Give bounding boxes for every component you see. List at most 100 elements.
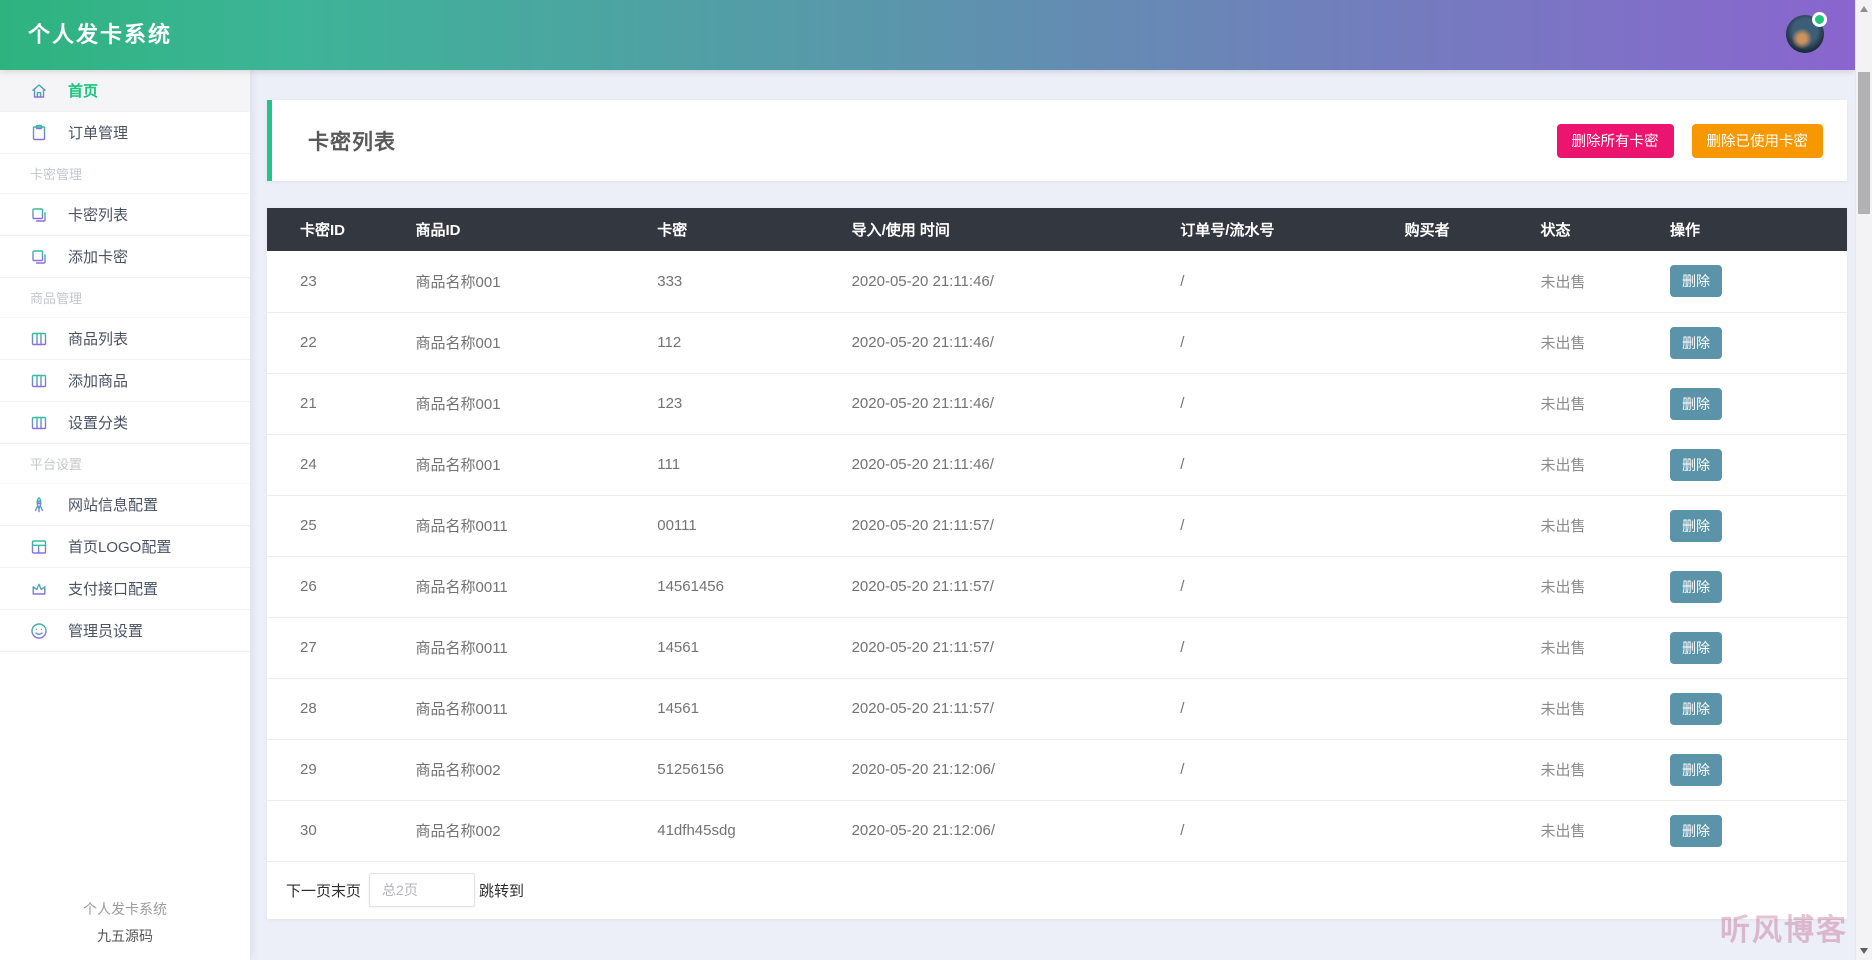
- copy-icon: [32, 249, 46, 264]
- row-delete-button[interactable]: 删除: [1669, 692, 1722, 725]
- sidebar-item-label: 网站信息配置: [68, 497, 159, 514]
- table-row: 29 商品名称002 51256156 2020-05-20 21:12:06/…: [267, 739, 1847, 801]
- last-page-link[interactable]: 末页: [331, 880, 361, 901]
- cell-order-no: /: [1180, 800, 1405, 862]
- row-delete-button[interactable]: 删除: [1669, 265, 1722, 298]
- avatar[interactable]: [1786, 12, 1827, 53]
- scroll-up-arrow-icon[interactable]: [1860, 6, 1868, 12]
- online-status-dot: [1812, 12, 1827, 27]
- table-header-row: 卡密ID 商品ID 卡密 导入/使用 时间 订单号/流水号 购买者 状态 操作: [267, 208, 1847, 251]
- cell-secret: 333: [657, 251, 852, 313]
- cell-action: 删除: [1669, 617, 1847, 679]
- sidebar-item-orders[interactable]: 订单管理: [0, 112, 250, 154]
- cell-secret: 00111: [657, 495, 852, 557]
- sidebar-item-category-settings[interactable]: 设置分类: [0, 402, 250, 444]
- cell-status: 未出售: [1540, 556, 1670, 618]
- cell-buyer: [1404, 373, 1541, 435]
- cell-time: 2020-05-20 21:11:57/: [851, 678, 1181, 740]
- sidebar-item-admin-settings[interactable]: 管理员设置: [0, 610, 250, 652]
- rocket-icon: [34, 496, 44, 512]
- delete-used-cards-button[interactable]: 删除已使用卡密: [1691, 123, 1823, 158]
- cell-product-id: 商品名称001: [415, 251, 658, 313]
- row-delete-button[interactable]: 删除: [1669, 448, 1722, 481]
- pagination: 下一页 末页 跳转到: [267, 862, 1847, 919]
- row-delete-button[interactable]: 删除: [1669, 631, 1722, 664]
- book-icon: [31, 416, 47, 429]
- cell-product-id: 商品名称0011: [415, 617, 658, 679]
- sidebar-item-card-list[interactable]: 卡密列表: [0, 194, 250, 236]
- table-row: 24 商品名称001 111 2020-05-20 21:11:46/ / 未出…: [267, 434, 1847, 496]
- page-number-input[interactable]: [369, 873, 476, 907]
- sidebar-footer: 个人发卡系统 九五源码: [0, 899, 250, 946]
- next-page-link[interactable]: 下一页: [286, 880, 331, 901]
- cell-order-no: /: [1180, 251, 1405, 313]
- sidebar-item-home[interactable]: 首页: [0, 70, 250, 112]
- col-header-time: 导入/使用 时间: [851, 208, 1181, 251]
- sidebar-item-logo-config[interactable]: 首页LOGO配置: [0, 526, 250, 568]
- app-title: 个人发卡系统: [28, 22, 173, 47]
- sidebar: 首页 订单管理 卡密管理 卡密列表 添加卡密 商品管理 商品列表 添加商品 设置…: [0, 70, 250, 960]
- cell-secret: 14561456: [657, 556, 852, 618]
- cell-status: 未出售: [1540, 434, 1670, 496]
- sidebar-item-card-add[interactable]: 添加卡密: [0, 236, 250, 278]
- row-delete-button[interactable]: 删除: [1669, 326, 1722, 359]
- table-row: 27 商品名称0011 14561 2020-05-20 21:11:57/ /…: [267, 617, 1847, 679]
- cell-card-id: 21: [267, 373, 416, 435]
- main-content: 卡密列表 删除所有卡密 删除已使用卡密 卡密ID 商品ID 卡密 导入/使用 时…: [267, 100, 1847, 919]
- sidebar-item-product-list[interactable]: 商品列表: [0, 318, 250, 360]
- cell-secret: 41dfh45sdg: [657, 800, 852, 862]
- cell-product-id: 商品名称001: [415, 312, 658, 374]
- card-table: 卡密ID 商品ID 卡密 导入/使用 时间 订单号/流水号 购买者 状态 操作 …: [267, 208, 1847, 862]
- scrollbar-thumb[interactable]: [1858, 72, 1870, 214]
- watermark: 听风博客: [1720, 914, 1848, 947]
- crown-icon: [32, 583, 46, 595]
- cell-status: 未出售: [1540, 800, 1670, 862]
- cell-buyer: [1404, 617, 1541, 679]
- table-row: 28 商品名称0011 14561 2020-05-20 21:11:57/ /…: [267, 678, 1847, 740]
- cell-secret: 112: [657, 312, 852, 374]
- home-icon: [32, 83, 46, 98]
- page-title-card: 卡密列表 删除所有卡密 删除已使用卡密: [267, 100, 1847, 181]
- cell-buyer: [1404, 739, 1541, 801]
- cell-product-id: 商品名称001: [415, 434, 658, 496]
- row-delete-button[interactable]: 删除: [1669, 509, 1722, 542]
- cell-action: 删除: [1669, 495, 1847, 557]
- cell-status: 未出售: [1540, 312, 1670, 374]
- sidebar-section-products: 商品管理: [0, 278, 250, 318]
- cell-action: 删除: [1669, 800, 1847, 862]
- row-delete-button[interactable]: 删除: [1669, 814, 1722, 847]
- cell-order-no: /: [1180, 617, 1405, 679]
- cell-time: 2020-05-20 21:11:46/: [851, 373, 1181, 435]
- sidebar-item-label: 设置分类: [68, 415, 129, 432]
- col-header-card-id: 卡密ID: [267, 208, 416, 251]
- cell-time: 2020-05-20 21:11:57/: [851, 556, 1181, 618]
- cell-card-id: 26: [267, 556, 416, 618]
- cell-product-id: 商品名称002: [415, 739, 658, 801]
- cell-status: 未出售: [1540, 739, 1670, 801]
- sidebar-item-site-info[interactable]: 网站信息配置: [0, 484, 250, 526]
- cell-status: 未出售: [1540, 373, 1670, 435]
- cell-order-no: /: [1180, 312, 1405, 374]
- vertical-scrollbar[interactable]: [1855, 0, 1872, 960]
- table-row: 25 商品名称0011 00111 2020-05-20 21:11:57/ /…: [267, 495, 1847, 557]
- row-delete-button[interactable]: 删除: [1669, 570, 1722, 603]
- row-delete-button[interactable]: 删除: [1669, 387, 1722, 420]
- sidebar-item-label: 支付接口配置: [68, 581, 159, 598]
- cell-buyer: [1404, 678, 1541, 740]
- cell-product-id: 商品名称0011: [415, 495, 658, 557]
- sidebar-item-product-add[interactable]: 添加商品: [0, 360, 250, 402]
- sidebar-item-label: 首页: [68, 83, 99, 100]
- row-delete-button[interactable]: 删除: [1669, 753, 1722, 786]
- cell-action: 删除: [1669, 678, 1847, 740]
- cell-product-id: 商品名称002: [415, 800, 658, 862]
- col-header-order-no: 订单号/流水号: [1180, 208, 1405, 251]
- scroll-down-arrow-icon[interactable]: [1860, 948, 1868, 954]
- cell-order-no: /: [1180, 495, 1405, 557]
- cell-action: 删除: [1669, 739, 1847, 801]
- delete-all-cards-button[interactable]: 删除所有卡密: [1556, 123, 1674, 158]
- sidebar-item-label: 添加商品: [68, 373, 129, 390]
- sidebar-item-label: 首页LOGO配置: [68, 539, 172, 556]
- cell-action: 删除: [1669, 373, 1847, 435]
- sidebar-item-payment-config[interactable]: 支付接口配置: [0, 568, 250, 610]
- page-title: 卡密列表: [308, 130, 396, 154]
